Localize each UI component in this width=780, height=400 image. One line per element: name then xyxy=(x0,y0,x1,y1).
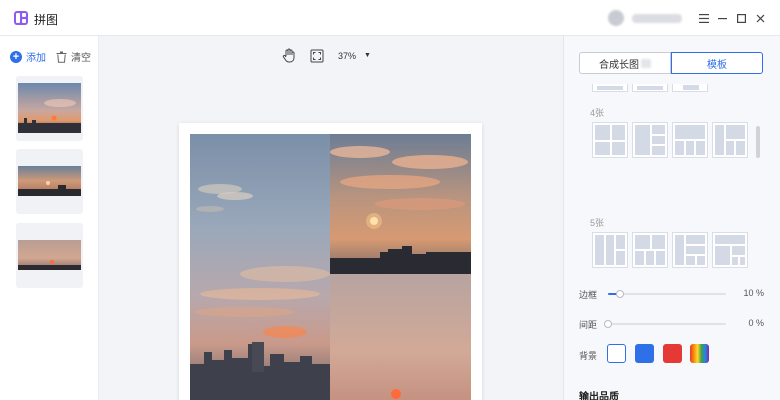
clear-button[interactable]: 清空 xyxy=(56,49,91,64)
border-label: 边框 xyxy=(579,290,598,300)
menu-icon[interactable] xyxy=(696,10,712,26)
avatar xyxy=(608,10,624,26)
background-label: 背景 xyxy=(579,351,598,361)
thumbnail-image xyxy=(18,83,81,133)
output-quality-label: 输出品质 xyxy=(579,392,619,400)
image-thumbnail[interactable] xyxy=(16,76,83,141)
maximize-icon[interactable] xyxy=(733,10,749,26)
app-logo-icon xyxy=(14,11,28,25)
collage-cell[interactable] xyxy=(330,274,471,400)
template-option[interactable] xyxy=(672,232,708,268)
template-option[interactable] xyxy=(632,232,668,268)
image-thumbnail[interactable] xyxy=(16,223,83,288)
section-label-4: 4张 xyxy=(590,108,605,118)
blurred-text xyxy=(641,58,651,68)
border-value: 10 % xyxy=(743,288,764,298)
template-scrollbar[interactable] xyxy=(756,126,760,158)
collage-cell[interactable] xyxy=(190,134,330,400)
spacing-label: 间距 xyxy=(579,320,598,330)
swatch-white[interactable] xyxy=(607,344,626,363)
fit-screen-icon[interactable] xyxy=(310,49,324,63)
close-icon[interactable] xyxy=(752,10,768,26)
section-label-5: 5张 xyxy=(590,218,605,228)
hand-pan-icon[interactable] xyxy=(282,48,296,63)
tab-long-image[interactable]: 合成长图 xyxy=(579,52,671,74)
image-thumbnail[interactable] xyxy=(16,149,83,214)
template-option[interactable] xyxy=(592,232,628,268)
user-name-blurred xyxy=(632,14,682,23)
minimize-icon[interactable] xyxy=(714,10,730,26)
zoom-level[interactable]: 37% xyxy=(338,51,356,61)
swatch-rainbow[interactable] xyxy=(690,344,709,363)
template-option[interactable] xyxy=(712,122,748,158)
border-slider[interactable] xyxy=(608,290,726,298)
settings-panel: 合成长图 模板 4张 5张 边框 10 % 间距 0 % 背景 输出品质 xyxy=(563,36,780,400)
slider-knob[interactable] xyxy=(615,290,624,298)
slider-knob[interactable] xyxy=(604,320,612,328)
collage-cell[interactable] xyxy=(330,134,471,274)
template-option[interactable] xyxy=(712,232,748,268)
trash-icon xyxy=(56,51,67,63)
thumbnail-image xyxy=(18,166,81,196)
template-list[interactable]: 4张 5张 xyxy=(588,84,758,300)
template-option[interactable] xyxy=(632,122,668,158)
add-button[interactable]: + 添加 xyxy=(10,49,46,64)
swatch-blue[interactable] xyxy=(635,344,654,363)
spacing-slider[interactable] xyxy=(604,320,726,328)
spacing-value: 0 % xyxy=(748,318,764,328)
user-account[interactable] xyxy=(608,10,684,26)
template-option[interactable] xyxy=(632,84,668,92)
clear-label: 清空 xyxy=(71,53,91,64)
template-option[interactable] xyxy=(672,84,708,92)
image-list-panel: + 添加 清空 xyxy=(0,36,99,400)
app-title: 拼图 xyxy=(34,13,59,27)
template-option[interactable] xyxy=(592,122,628,158)
collage-canvas[interactable] xyxy=(179,123,482,400)
mode-tabs: 合成长图 模板 xyxy=(579,52,763,74)
swatch-red[interactable] xyxy=(663,344,682,363)
canvas-toolbar: 37% ▼ xyxy=(282,48,371,63)
plus-icon: + xyxy=(10,50,22,63)
template-option[interactable] xyxy=(672,122,708,158)
chevron-down-icon[interactable]: ▼ xyxy=(364,52,371,59)
tab-template[interactable]: 模板 xyxy=(671,52,763,74)
thumbnail-image xyxy=(18,240,81,270)
tab-label: 模板 xyxy=(707,59,727,71)
add-label: 添加 xyxy=(26,53,46,64)
template-option[interactable] xyxy=(592,84,628,92)
title-bar: 拼图 xyxy=(0,0,780,36)
tab-label: 合成长图 xyxy=(599,59,639,71)
